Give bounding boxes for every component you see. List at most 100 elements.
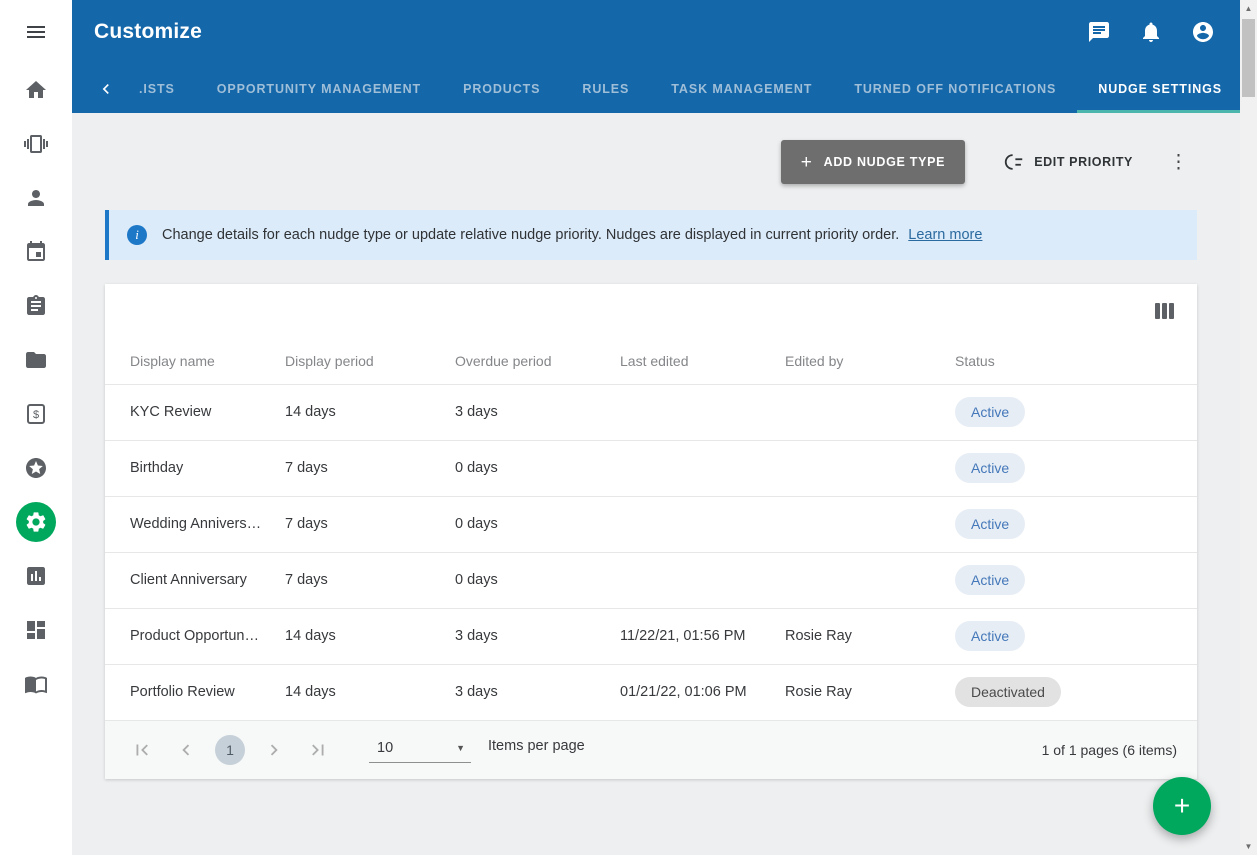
cell-overdue-period: 3 days	[455, 664, 620, 720]
cell-edited-by	[785, 552, 955, 608]
col-status: Status	[955, 338, 1197, 384]
home-icon[interactable]	[16, 70, 56, 110]
tasks-icon[interactable]	[16, 286, 56, 326]
status-badge: Active	[955, 397, 1025, 427]
pagination-bar: 1 10 ▼ Items per page 1 of 1 pages (6 it…	[105, 721, 1197, 779]
edit-priority-label: EDIT PRIORITY	[1034, 155, 1133, 169]
scroll-down-icon[interactable]: ▼	[1240, 838, 1257, 855]
status-badge: Active	[955, 453, 1025, 483]
svg-text:$: $	[33, 409, 39, 421]
plus-icon: +	[801, 153, 813, 172]
edit-priority-button[interactable]: EDIT PRIORITY	[1003, 151, 1133, 173]
sidebar: $	[0, 0, 72, 855]
knowledge-book-icon[interactable]	[16, 664, 56, 704]
more-options-icon[interactable]: ⋮	[1161, 149, 1196, 176]
chat-icon[interactable]	[1078, 11, 1120, 53]
last-page-icon[interactable]	[303, 735, 333, 765]
tab-bar: .ISTS OPPORTUNITY MANAGEMENT PRODUCTS RU…	[72, 64, 1240, 113]
settings-icon[interactable]	[16, 502, 56, 542]
dashboard-icon[interactable]	[16, 610, 56, 650]
notifications-icon[interactable]	[1130, 11, 1172, 53]
cell-overdue-period: 3 days	[455, 608, 620, 664]
table-row[interactable]: Birthday 7 days 0 days Active	[105, 440, 1197, 496]
add-nudge-type-button[interactable]: + ADD NUDGE TYPE	[781, 140, 965, 184]
cell-overdue-period: 0 days	[455, 496, 620, 552]
menu-icon[interactable]	[16, 12, 56, 52]
first-page-icon[interactable]	[127, 735, 157, 765]
app-header: Customize	[72, 0, 1240, 64]
page-number-button[interactable]: 1	[215, 735, 245, 765]
calendar-icon[interactable]	[16, 232, 56, 272]
col-display-name: Display name	[105, 338, 285, 384]
reports-icon[interactable]	[16, 556, 56, 596]
scroll-up-icon[interactable]: ▲	[1240, 0, 1257, 17]
cell-overdue-period: 0 days	[455, 552, 620, 608]
cell-last-edited	[620, 552, 785, 608]
tab-products[interactable]: PRODUCTS	[442, 64, 561, 113]
tab-rules[interactable]: RULES	[561, 64, 650, 113]
tab-turned-off-notifications[interactable]: TURNED OFF NOTIFICATIONS	[833, 64, 1077, 113]
tab-nudge-settings[interactable]: NUDGE SETTINGS	[1077, 64, 1243, 113]
column-chooser-icon[interactable]	[1155, 303, 1174, 319]
info-banner: i Change details for each nudge type or …	[105, 210, 1197, 260]
chevron-down-icon: ▼	[456, 743, 465, 753]
col-last-edited: Last edited	[620, 338, 785, 384]
cell-last-edited: 01/21/22, 01:06 PM	[620, 664, 785, 720]
page-toolbar: + ADD NUDGE TYPE EDIT PRIORITY ⋮	[105, 140, 1196, 184]
cell-display-name: Wedding Annivers…	[105, 496, 285, 552]
col-edited-by: Edited by	[785, 338, 955, 384]
col-overdue-period: Overdue period	[455, 338, 620, 384]
cell-display-name: Birthday	[105, 440, 285, 496]
vibration-icon[interactable]	[16, 124, 56, 164]
items-per-page-label: Items per page	[488, 738, 585, 754]
tabs-scroll-left-icon[interactable]	[96, 64, 116, 113]
table-row[interactable]: Client Anniversary 7 days 0 days Active	[105, 552, 1197, 608]
table-toolbar	[105, 284, 1197, 338]
page-title: Customize	[94, 20, 202, 44]
table-header-row: Display name Display period Overdue peri…	[105, 338, 1197, 384]
tab-lists[interactable]: .ISTS	[118, 64, 196, 113]
status-badge: Active	[955, 565, 1025, 595]
cell-last-edited: 11/22/21, 01:56 PM	[620, 608, 785, 664]
account-icon[interactable]	[1182, 11, 1224, 53]
cell-display-name: Product Opportun…	[105, 608, 285, 664]
add-fab-button[interactable]: +	[1153, 777, 1211, 835]
billing-icon[interactable]: $	[16, 394, 56, 434]
cell-edited-by	[785, 496, 955, 552]
table-row[interactable]: Product Opportun… 14 days 3 days 11/22/2…	[105, 608, 1197, 664]
scrollbar-thumb[interactable]	[1242, 19, 1255, 97]
cell-display-period: 7 days	[285, 440, 455, 496]
table-row[interactable]: KYC Review 14 days 3 days Active	[105, 384, 1197, 440]
folder-icon[interactable]	[16, 340, 56, 380]
nudge-table-card: Display name Display period Overdue peri…	[105, 284, 1197, 779]
cell-display-name: KYC Review	[105, 384, 285, 440]
learn-more-link[interactable]: Learn more	[908, 227, 982, 243]
cell-display-name: Portfolio Review	[105, 664, 285, 720]
cell-last-edited	[620, 440, 785, 496]
status-badge: Active	[955, 509, 1025, 539]
cell-last-edited	[620, 384, 785, 440]
priority-list-icon	[1003, 151, 1025, 173]
contacts-icon[interactable]	[16, 178, 56, 218]
cell-display-period: 14 days	[285, 384, 455, 440]
items-per-page-select[interactable]: 10 ▼	[369, 737, 471, 763]
page-summary: 1 of 1 pages (6 items)	[1042, 742, 1177, 758]
cell-display-period: 7 days	[285, 552, 455, 608]
plus-icon: +	[1174, 790, 1190, 822]
table-row[interactable]: Portfolio Review 14 days 3 days 01/21/22…	[105, 664, 1197, 720]
cell-display-period: 14 days	[285, 608, 455, 664]
favorites-icon[interactable]	[16, 448, 56, 488]
items-per-page-value: 10	[377, 740, 393, 756]
cell-display-name: Client Anniversary	[105, 552, 285, 608]
table-row[interactable]: Wedding Annivers… 7 days 0 days Active	[105, 496, 1197, 552]
add-nudge-type-label: ADD NUDGE TYPE	[824, 155, 946, 169]
banner-text: Change details for each nudge type or up…	[162, 227, 982, 243]
previous-page-icon[interactable]	[171, 735, 201, 765]
cell-overdue-period: 0 days	[455, 440, 620, 496]
next-page-icon[interactable]	[259, 735, 289, 765]
vertical-scrollbar[interactable]: ▲ ▼	[1240, 0, 1257, 855]
cell-display-period: 14 days	[285, 664, 455, 720]
tab-opportunity-management[interactable]: OPPORTUNITY MANAGEMENT	[196, 64, 442, 113]
nudge-table: Display name Display period Overdue peri…	[105, 338, 1197, 721]
tab-task-management[interactable]: TASK MANAGEMENT	[650, 64, 833, 113]
